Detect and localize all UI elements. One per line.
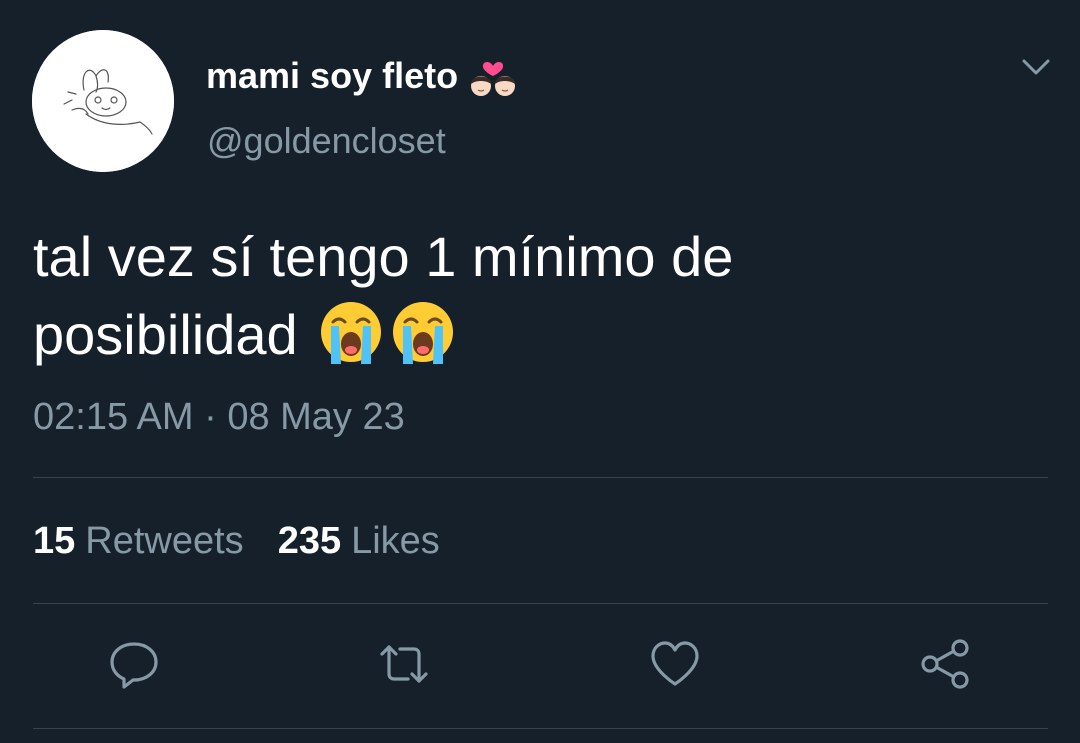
avatar[interactable] <box>32 30 174 172</box>
chevron-down-icon[interactable] <box>1018 52 1054 82</box>
tweet-text-line-2: posibilidad <box>33 296 1043 374</box>
display-name-text: mami soy fleto <box>206 55 459 96</box>
divider <box>33 728 1048 729</box>
avatar-drawing <box>32 30 174 172</box>
tweet-text-line-2-text: posibilidad <box>33 303 298 366</box>
likes-stat[interactable]: 235 Likes <box>278 520 440 563</box>
retweets-count: 15 <box>33 520 76 562</box>
likes-count: 235 <box>277 520 342 562</box>
reply-icon[interactable] <box>106 636 162 692</box>
tweet-timestamp[interactable]: 02:15 AM · 08 May 23 <box>33 396 405 439</box>
loudly-crying-face-emoji <box>317 298 385 366</box>
retweets-stat[interactable]: 15 Retweets <box>33 520 244 563</box>
tweet-text: tal vez sí tengo 1 mínimo de posibilidad <box>33 218 1043 374</box>
likes-label: Likes <box>351 520 440 562</box>
loudly-crying-face-emoji <box>389 298 457 366</box>
divider <box>33 603 1048 604</box>
tweet-text-line-1: tal vez sí tengo 1 mínimo de <box>33 225 734 288</box>
couple-with-heart-emoji <box>466 52 520 100</box>
display-name[interactable]: mami soy fleto <box>206 52 520 100</box>
like-icon[interactable] <box>647 636 703 692</box>
retweets-label: Retweets <box>85 520 244 562</box>
share-icon[interactable] <box>918 636 974 692</box>
retweet-icon[interactable] <box>376 636 432 692</box>
divider <box>33 477 1048 478</box>
tweet-stats: 15 Retweets 235 Likes <box>33 520 440 563</box>
user-handle[interactable]: @goldencloset <box>207 120 446 162</box>
tweet-card: mami soy fleto @goldencloset tal vez sí … <box>0 0 1080 743</box>
